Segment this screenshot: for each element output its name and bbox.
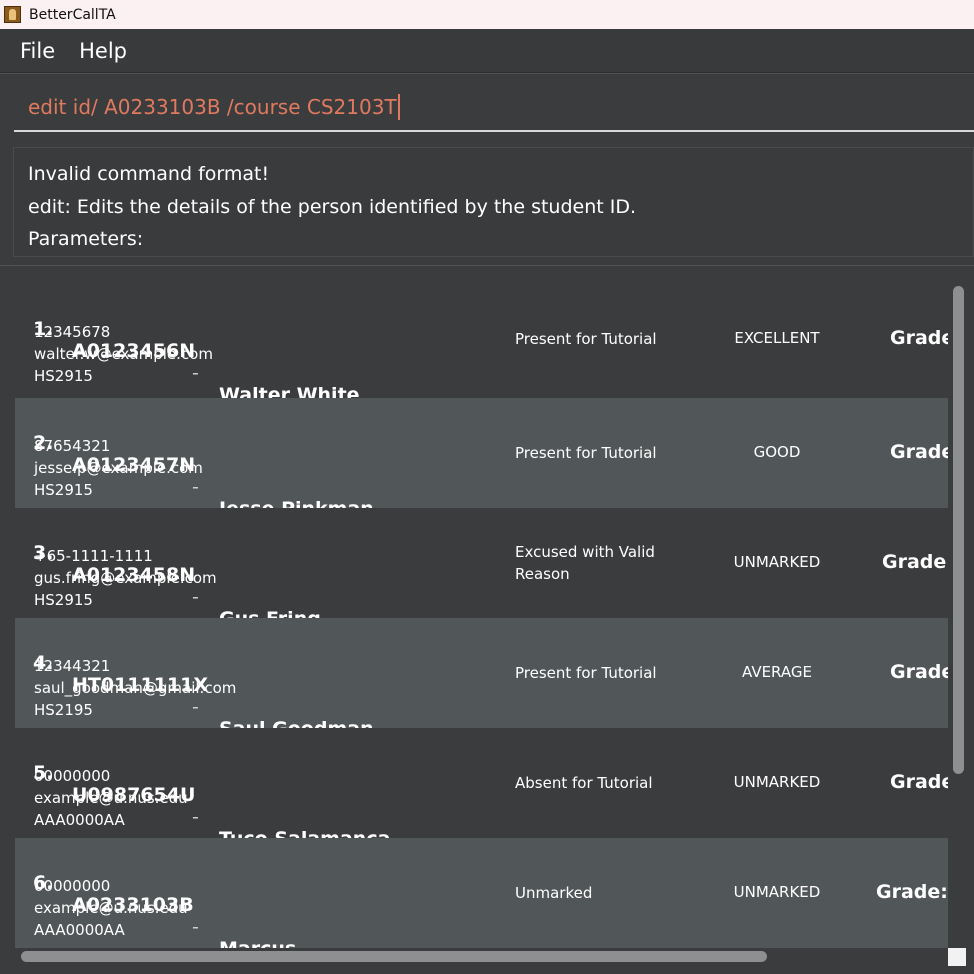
student-course: HS2195 [34,701,93,719]
student-course: HS2915 [34,367,93,385]
student-email: jesse.p@example.com [34,459,203,477]
grade-label: Grade: [890,661,948,683]
vertical-scrollbar[interactable] [948,280,970,948]
student-phone: 12344321 [34,657,111,675]
participation-status: UNMARKED [733,553,821,571]
title-separator: - [192,476,199,498]
student-course: HS2915 [34,591,93,609]
participation-status: AVERAGE [742,663,812,681]
menu-bar: File Help [0,29,974,73]
student-phone: 00000000 [34,767,111,785]
title-separator: - [192,586,199,608]
grade-label: Grade: N [876,881,948,903]
command-box: edit id/ A0233103B /course CS2103T [0,73,974,141]
student-name: Marcus [219,938,296,948]
vertical-scroll-thumb[interactable] [953,286,964,774]
student-email: example@u.nus.edu [34,899,188,917]
participation-status: UNMARKED [733,773,821,791]
grade-label: Grade: [890,327,948,349]
student-card[interactable]: 2. A0123457N - Jesse Pinkman 87654321 je… [15,398,948,520]
student-email: example@u.nus.edu [34,789,188,807]
student-phone: 00000000 [34,877,111,895]
student-phone: 87654321 [34,437,111,455]
horizontal-scroll-thumb[interactable] [21,951,767,962]
grade-label: Grade: [890,771,948,793]
window-title: BetterCallTA [29,6,116,23]
attendance-status: Absent for Tutorial [515,774,653,792]
result-line-1: Invalid command format! [28,163,270,185]
student-course: AAA0000AA [34,811,125,829]
student-list[interactable]: 1. A0123456N - Walter White 12345678 wal… [15,280,948,948]
attendance-status: Present for Tutorial [515,330,657,348]
participation-status: GOOD [753,443,801,461]
attendance-status: Excused with Valid Reason [515,543,655,583]
attendance-status: Present for Tutorial [515,444,657,462]
student-phone: +65-1111-1111 [34,547,153,565]
command-text: edit id/ A0233103B /course CS2103T [28,95,397,119]
student-card[interactable]: 1. A0123456N - Walter White 12345678 wal… [15,280,948,406]
student-email: saul_goodman@gmail.com [34,679,237,697]
title-bar: BetterCallTA [0,0,974,29]
student-email: walter.w@example.com [34,345,213,363]
result-display[interactable]: Invalid command format! edit: Edits the … [13,147,974,257]
result-line-3: Parameters: [28,228,144,250]
app-icon [4,6,21,23]
menu-help[interactable]: Help [79,39,127,63]
student-card[interactable]: 5. U0987654U - Tuco Salamanca 00000000 e… [15,728,948,850]
student-card[interactable]: 4. HT0111111X - Saul Goodman 12344321 sa… [15,618,948,740]
grade-label: Grade: ' [882,551,948,573]
horizontal-scrollbar[interactable] [15,948,948,966]
title-separator: - [192,916,199,938]
student-course: AAA0000AA [34,921,125,939]
student-course: HS2915 [34,481,93,499]
result-line-2: edit: Edits the details of the person id… [28,195,637,218]
student-phone: 12345678 [34,323,111,341]
result-display-area: Invalid command format! edit: Edits the … [0,141,974,265]
attendance-status: Unmarked [515,884,593,902]
scroll-corner [948,948,966,966]
attendance-status: Present for Tutorial [515,664,657,682]
participation-status: EXCELLENT [734,329,820,347]
grade-label: Grade: [890,441,948,463]
text-cursor [397,94,400,120]
student-list-panel: 1. A0123456N - Walter White 12345678 wal… [0,265,974,974]
title-separator: - [192,696,199,718]
title-separator: - [192,806,199,828]
menu-file[interactable]: File [20,39,55,63]
command-input[interactable]: edit id/ A0233103B /course CS2103T [14,84,974,132]
participation-status: UNMARKED [733,883,821,901]
student-card[interactable]: 6. A0233103B - Marcus 00000000 example@u… [15,838,948,948]
student-email: gus.fring@example.com [34,569,217,587]
student-card[interactable]: 3. A0123458N - Gus Fring +65-1111-1111 g… [15,508,948,630]
title-separator: - [192,362,199,384]
